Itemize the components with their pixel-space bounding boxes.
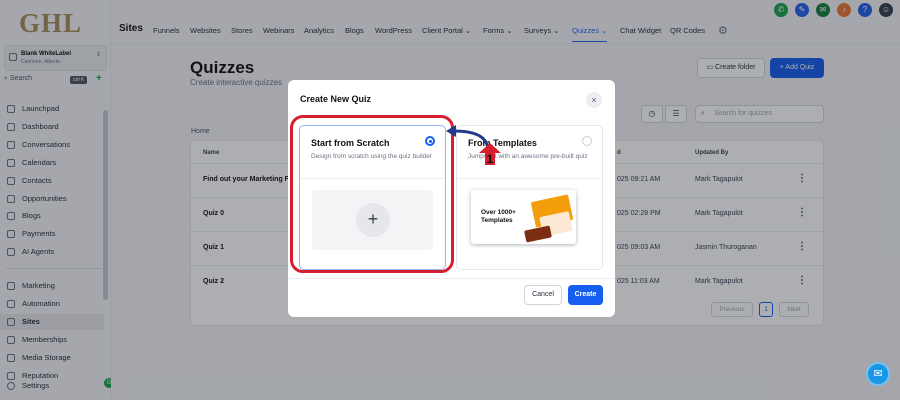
cancel-button[interactable]: Cancel xyxy=(524,285,562,305)
templates-preview-text: Over 1000+ Templates xyxy=(481,209,516,224)
close-icon[interactable]: × xyxy=(586,92,602,108)
highlight-box xyxy=(290,115,454,273)
templates-radio[interactable] xyxy=(582,136,592,146)
chat-help-icon[interactable]: ✉ xyxy=(866,362,890,386)
card-divider xyxy=(457,178,602,179)
templates-preview-image: Over 1000+ Templates xyxy=(471,190,576,244)
create-button[interactable]: Create xyxy=(568,285,603,305)
template-thumbnail xyxy=(524,225,552,243)
modal-footer-divider xyxy=(288,278,615,279)
modal-title: Create New Quiz xyxy=(300,94,372,104)
step-number-badge: 1 xyxy=(479,143,501,166)
step-number: 1 xyxy=(487,152,494,166)
